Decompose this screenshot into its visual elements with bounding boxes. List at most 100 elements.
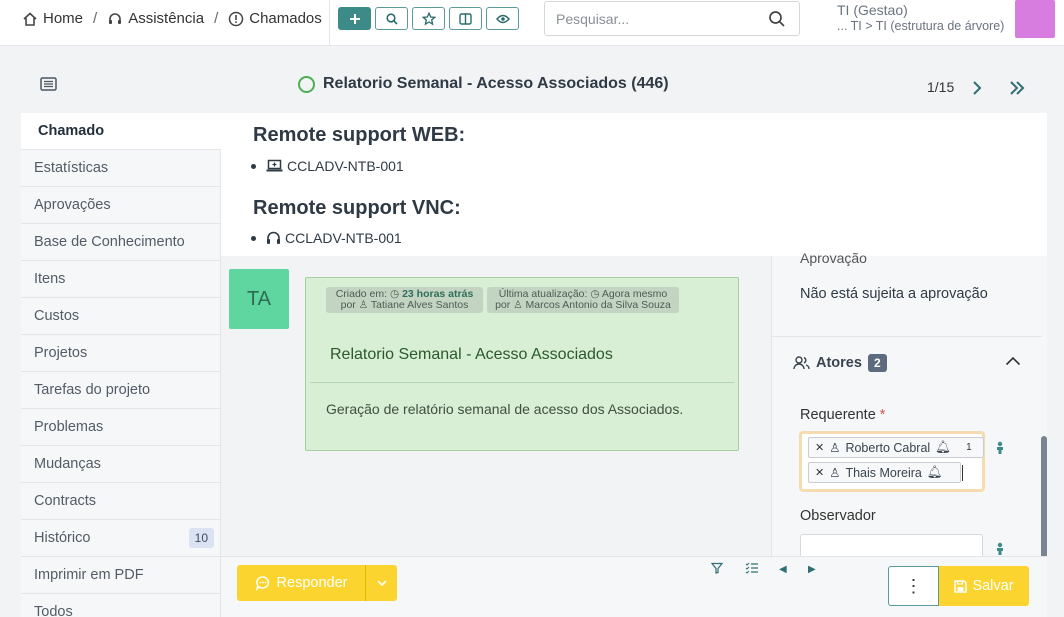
requester-chip[interactable]: ✕ ♙ Thais Moreira 🔔︎ [808,462,961,483]
tab-label: Base de Conhecimento [34,234,185,250]
tab-label: Estatísticas [34,160,109,176]
home-icon [23,11,37,26]
remove-icon[interactable]: ✕ [815,466,824,479]
favorite-button[interactable] [412,7,445,30]
breadcrumb-home[interactable]: Home [22,10,83,27]
approval-heading: Aprovação [800,250,867,266]
user-icon: ♙ [358,299,369,311]
requester-name: Thais Moreira [845,465,922,480]
required-mark: * [879,407,886,423]
add-button[interactable] [338,7,371,30]
user-icon: ♙ [829,466,841,480]
tab-contracts[interactable]: Contracts [21,483,221,520]
comment-icon [255,576,269,591]
filter-icon[interactable] [711,562,723,574]
divider [329,0,330,46]
tab-knowledge-base[interactable]: Base de Conhecimento [21,224,221,261]
created-info-badge: Criado em: ◷ 23 horas atrás por ♙ Tatian… [326,287,483,313]
requester-chip[interactable]: ✕ ♙ Roberto Cabral 🔔︎ 1 [808,437,984,458]
plus-icon [349,13,360,24]
save-button[interactable]: Salvar [939,566,1029,606]
bell-icon[interactable]: 🔔︎ [927,465,943,480]
chevron-right-icon[interactable] [970,80,984,96]
text-caret [962,465,963,481]
scrollbar[interactable] [1041,436,1047,560]
breadcrumb: Home / Assistência / Chamados [22,10,322,27]
tab-project-tasks[interactable]: Tarefas do projeto [21,372,221,409]
save-label: Salvar [972,578,1014,594]
add-observer-icon[interactable] [994,542,1006,556]
preview-button[interactable] [486,7,519,30]
followup-card[interactable]: Criado em: ◷ 23 horas atrás por ♙ Tatian… [305,277,739,451]
requester-label: Requerente * [800,407,885,423]
updated-by-label: por [495,299,511,311]
ticket-title: Relatorio Semanal - Acesso Associados (4… [298,75,669,93]
reply-label: Responder [276,575,348,591]
entity-selector[interactable]: TI (Gestao) ... TI > TI (estrutura de ár… [837,2,1004,34]
bell-icon[interactable]: 🔔︎ [935,440,951,455]
chevron-up-icon[interactable] [1005,356,1021,366]
requester-name: Roberto Cabral [845,440,931,455]
tab-print-pdf[interactable]: Imprimir em PDF [21,557,221,594]
search-input[interactable] [545,2,755,35]
ticket-tabs: Chamado Estatísticas Aprovações Base de … [21,113,221,617]
actors-label: Atores [816,355,862,371]
web-host: CCLADV-NTB-001 [287,158,404,174]
breadcrumb-tickets-label: Chamados [249,10,322,27]
notification-count: 1 [966,442,972,453]
count-badge: 10 [188,528,214,548]
observer-label: Observador [800,508,876,524]
divider [310,382,734,383]
description-list-item: CCLADV-NTB-001 [251,230,402,246]
reply-dropdown-button[interactable] [365,565,397,601]
tab-projects[interactable]: Projetos [21,335,221,372]
star-icon [421,11,436,26]
tab-label: Custos [34,308,80,324]
followup-title: Relatorio Semanal - Acesso Associados [330,346,613,363]
requester-select[interactable]: ✕ ♙ Roberto Cabral 🔔︎ 1 ✕ ♙ Thais Moreir… [799,431,985,492]
double-chevron-right-icon[interactable] [1008,80,1026,96]
add-requester-icon[interactable] [994,441,1006,455]
tab-changes[interactable]: Mudanças [21,446,221,483]
tab-all[interactable]: Todos [21,594,221,617]
created-by: Tatiane Alves Santos [370,299,469,311]
list-icon[interactable] [40,77,57,91]
more-options-button[interactable]: ⋮ [888,566,939,606]
entity-name: TI (Gestao) [837,2,908,18]
breadcrumb-tickets[interactable]: Chamados [228,10,322,27]
entity-path: ... TI > TI (estrutura de árvore) [837,19,1005,33]
tab-statistics[interactable]: Estatísticas [21,150,221,187]
headset-icon [267,231,280,244]
search-icon[interactable] [768,10,786,28]
ticket-pager: 1/15 [927,79,955,95]
search-tickets-button[interactable] [375,7,408,30]
global-search [544,1,800,36]
headset-icon [109,12,122,24]
user-avatar[interactable] [1015,0,1055,38]
split-view-button[interactable] [449,7,482,30]
next-arrow-icon[interactable]: ▶ [808,564,816,575]
remove-icon[interactable]: ✕ [815,441,824,454]
requester-label-text: Requerente [800,407,876,423]
user-icon: ♙ [513,299,523,311]
tab-label: Mudanças [34,456,101,472]
followup-content: Geração de relatório semanal de acesso d… [326,401,684,417]
actors-section-header[interactable]: Atores 2 [793,354,887,372]
checklist-icon[interactable] [745,562,759,574]
tab-items[interactable]: Itens [21,261,221,298]
tab-ticket[interactable]: Chamado [21,113,221,150]
breadcrumb-assistance-label: Assistência [128,10,205,27]
tab-problems[interactable]: Problemas [21,409,221,446]
alert-circle-icon [228,11,244,26]
tab-history[interactable]: Histórico 10 [21,520,221,557]
breadcrumb-home-label: Home [43,10,84,27]
search-icon [385,12,398,25]
reply-button[interactable]: Responder [237,565,365,601]
user-icon: ♙ [829,441,841,455]
created-by-label: por [340,299,356,311]
tab-approvals[interactable]: Aprovações [21,187,221,224]
tab-costs[interactable]: Custos [21,298,221,335]
breadcrumb-assistance[interactable]: Assistência [107,10,204,27]
tab-label: Todos [34,604,73,617]
previous-arrow-icon[interactable]: ◀ [779,564,787,575]
